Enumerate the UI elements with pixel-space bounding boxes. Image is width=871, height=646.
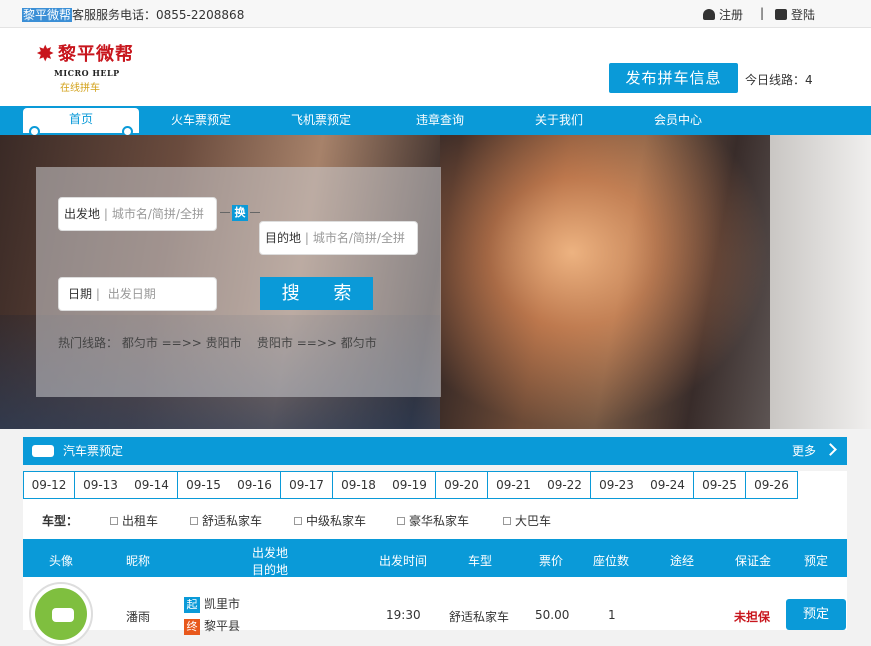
filter-bus[interactable]: 大巴车 <box>503 512 551 529</box>
nav-violation[interactable]: 违章查询 <box>402 106 478 135</box>
from-label: 出发地 <box>64 207 101 221</box>
swap-button[interactable]: 换 <box>232 205 248 221</box>
cell-nickname: 潘雨 <box>126 610 151 624</box>
star-logo-icon: ✸ <box>36 42 55 67</box>
id-card-icon <box>775 9 787 20</box>
to-placeholder: 城市名/简拼/全拼 <box>312 231 405 245</box>
date-tab[interactable]: 09-25 <box>694 471 746 499</box>
cell-from: 起凯里市 <box>184 595 240 613</box>
filter-comfort[interactable]: 舒适私家车 <box>190 512 262 529</box>
date-tab[interactable]: 09-24 <box>642 471 694 499</box>
more-link[interactable]: 更多 <box>792 437 816 465</box>
from-placeholder: 城市名/简拼/全拼 <box>111 207 204 221</box>
person-icon <box>703 9 715 20</box>
register-link[interactable]: 注册 <box>703 6 743 23</box>
date-tab[interactable]: 09-13 <box>75 471 127 499</box>
cell-seats: 1 <box>608 608 616 622</box>
date-tab[interactable]: 09-14 <box>126 471 178 499</box>
th-seats: 座位数 <box>593 554 630 568</box>
cell-to: 终黎平县 <box>184 617 240 635</box>
cell-deposit: 未担保 <box>734 610 771 624</box>
start-tag: 起 <box>184 597 200 613</box>
car-icon <box>52 608 74 622</box>
search-button[interactable]: 搜 索 <box>260 277 373 310</box>
th-price: 票价 <box>539 554 564 568</box>
logo-slogan: 在线拼车 <box>60 83 100 94</box>
date-tab[interactable]: 09-17 <box>281 471 333 499</box>
date-tab[interactable]: 09-22 <box>539 471 591 499</box>
top-bar: 黎平微帮客服服务电话：0855-2208868 注册 | 登陆 <box>0 0 871 28</box>
to-label: 目的地 <box>265 231 302 245</box>
login-label: 登陆 <box>791 8 816 22</box>
table-row: 潘雨 起凯里市 终黎平县 19:30 舒适私家车 50.00 1 未担保 预定 <box>23 577 847 646</box>
top-separator: | <box>760 6 765 20</box>
th-from: 出发地 <box>252 546 289 560</box>
date-tab[interactable]: 09-15 <box>178 471 230 499</box>
th-time: 出发时间 <box>379 554 428 568</box>
date-tab[interactable]: 09-18 <box>333 471 385 499</box>
date-tab[interactable]: 09-19 <box>384 471 436 499</box>
date-placeholder: 出发日期 <box>107 287 156 301</box>
th-deposit: 保证金 <box>735 554 772 568</box>
logo-cn: 黎平微帮 <box>58 44 134 65</box>
th-cartype: 车型 <box>468 554 493 568</box>
nav-about[interactable]: 关于我们 <box>521 106 597 135</box>
cell-cartype: 舒适私家车 <box>449 610 510 624</box>
th-book: 预定 <box>804 554 829 568</box>
publish-carpool-button[interactable]: 发布拼车信息 <box>609 63 738 93</box>
date-tab[interactable]: 09-16 <box>229 471 281 499</box>
bus-icon <box>32 445 54 457</box>
site-logo[interactable]: ✸ 黎平微帮 MICRO HELP 在线拼车 <box>36 42 136 95</box>
table-header: 头像 昵称 出发地 目的地 出发时间 车型 票价 座位数 途经 保证金 预定 <box>23 539 847 577</box>
date-tab[interactable]: 09-23 <box>591 471 643 499</box>
to-field[interactable]: 目的地 | 城市名/简拼/全拼 <box>259 221 418 255</box>
checkbox[interactable] <box>397 517 405 525</box>
date-tab[interactable]: 09-20 <box>436 471 488 499</box>
date-tabs: 09-12 09-13 09-14 09-15 09-16 09-17 09-1… <box>23 471 847 499</box>
cell-price: 50.00 <box>535 608 570 622</box>
avatar <box>29 582 93 646</box>
service-phone: 黎平微帮客服服务电话：0855-2208868 <box>22 6 244 23</box>
brand-text: 黎平微帮 <box>22 8 73 22</box>
date-field[interactable]: 日期 | 出发日期 <box>58 277 217 311</box>
date-tab[interactable]: 09-26 <box>746 471 798 499</box>
logo-en: MICRO HELP <box>54 68 120 78</box>
panel-title: 汽车票预定 <box>63 444 124 458</box>
login-link[interactable]: 登陆 <box>775 6 815 23</box>
service-text: 客服服务电话：0855-2208868 <box>72 8 245 22</box>
filter-title: 车型： <box>42 514 79 528</box>
end-tag: 终 <box>184 619 200 635</box>
car-type-filter: 车型： 出租车 舒适私家车 中级私家车 豪华私家车 大巴车 <box>23 499 847 539</box>
date-tab[interactable]: 09-12 <box>23 471 75 499</box>
checkbox[interactable] <box>110 517 118 525</box>
today-routes: 今日线路：4 <box>745 73 813 87</box>
th-nickname: 昵称 <box>126 554 151 568</box>
nav-member[interactable]: 会员中心 <box>640 106 716 135</box>
filter-mid[interactable]: 中级私家车 <box>294 512 366 529</box>
nav-home[interactable]: 首页 <box>23 108 139 137</box>
filter-luxury[interactable]: 豪华私家车 <box>397 512 469 529</box>
main-nav: 首页 火车票预定 飞机票预定 违章查询 关于我们 会员中心 <box>0 106 871 137</box>
checkbox[interactable] <box>190 517 198 525</box>
date-label: 日期 <box>68 287 93 301</box>
chevron-right-icon[interactable] <box>824 443 837 456</box>
register-label: 注册 <box>719 8 744 22</box>
th-via: 途经 <box>670 554 695 568</box>
th-to: 目的地 <box>252 563 289 577</box>
checkbox[interactable] <box>503 517 511 525</box>
date-tab[interactable]: 09-21 <box>488 471 540 499</box>
nav-home-label: 首页 <box>68 112 93 126</box>
book-button[interactable]: 预定 <box>786 599 846 630</box>
from-field[interactable]: 出发地 | 城市名/简拼/全拼 <box>58 197 217 231</box>
th-avatar: 头像 <box>49 554 74 568</box>
bus-ticket-header: 汽车票预定 更多 <box>23 437 847 465</box>
hot-routes: 热门线路： 都匀市 ==>> 贵阳市 贵阳市 ==>> 都匀市 <box>58 336 377 350</box>
filter-taxi[interactable]: 出租车 <box>110 512 158 529</box>
nav-flight[interactable]: 飞机票预定 <box>283 106 359 135</box>
checkbox[interactable] <box>294 517 302 525</box>
nav-train[interactable]: 火车票预定 <box>163 106 239 135</box>
cell-time: 19:30 <box>386 608 421 622</box>
